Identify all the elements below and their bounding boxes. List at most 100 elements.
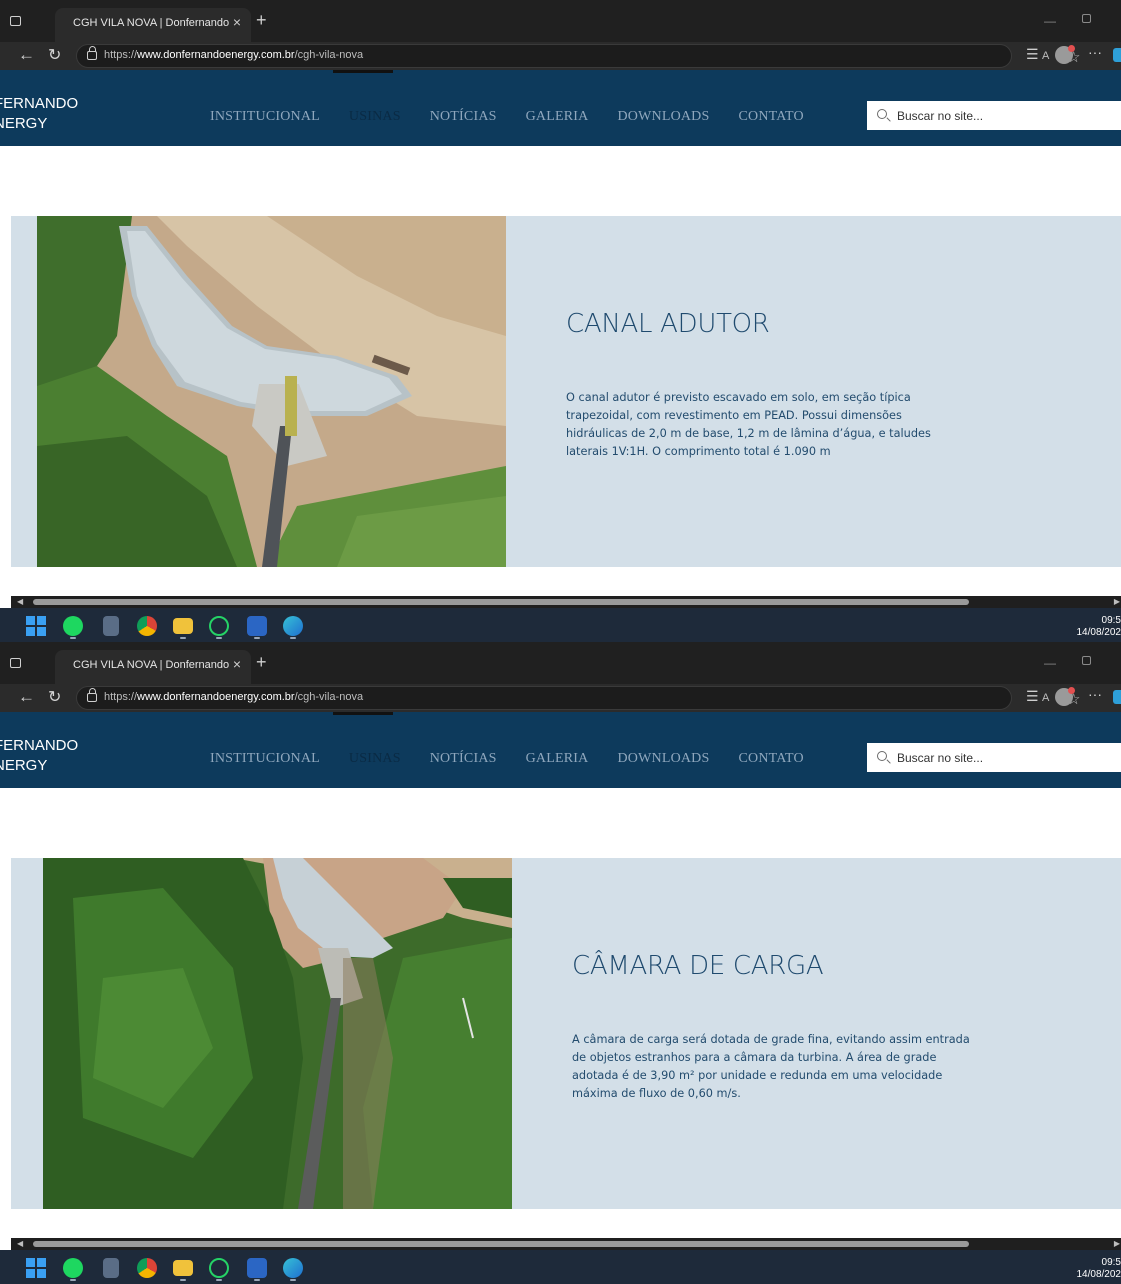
search-icon[interactable] [877, 751, 887, 761]
spotify-icon[interactable] [63, 616, 83, 636]
start-icon[interactable] [26, 1258, 46, 1278]
calculator-icon[interactable] [103, 616, 119, 636]
edge-icon[interactable] [283, 1258, 303, 1278]
tab-close-icon[interactable]: × [233, 656, 241, 672]
edge-icon[interactable] [283, 616, 303, 636]
url-text[interactable]: https://www.donfernandoenergy.com.br/cgh… [104, 691, 363, 703]
section-camara-de-carga: CÂMARA DE CARGA A câmara de carga será d… [11, 858, 1121, 1209]
horizontal-scrollbar[interactable]: ◀ ▶ [11, 1238, 1121, 1250]
favorites-list-icon[interactable]: ☰ [1026, 46, 1039, 63]
favorites-list-icon[interactable]: ☰ [1026, 688, 1039, 705]
system-clock[interactable]: 09:5 14/08/202 [1077, 1257, 1121, 1281]
menu-item-galeria[interactable]: GALERIA [526, 109, 589, 125]
scroll-right-arrow-icon[interactable]: ▶ [1114, 1239, 1120, 1248]
word-icon[interactable] [247, 616, 267, 636]
active-menu-indicator [333, 70, 393, 73]
url-field[interactable]: https://www.donfernandoenergy.com.br/cgh… [76, 44, 1080, 68]
url-text[interactable]: https://www.donfernandoenergy.com.br/cgh… [104, 49, 363, 61]
spotify-icon[interactable] [63, 1258, 83, 1278]
url-field[interactable]: https://www.donfernandoenergy.com.br/cgh… [76, 686, 1080, 710]
search-input[interactable] [897, 101, 1117, 130]
menu-item-institucional[interactable]: INSTITUCIONAL [210, 751, 320, 767]
menu-item-contato[interactable]: CONTATO [738, 109, 803, 125]
menu-item-institucional[interactable]: INSTITUCIONAL [210, 109, 320, 125]
search-input[interactable] [897, 743, 1117, 772]
active-menu-indicator [333, 712, 393, 715]
whatsapp-icon[interactable] [209, 1258, 229, 1278]
screenshot-canal-adutor: CGH VILA NOVA | Donfernando × + — ← ↻ ht… [0, 0, 1121, 642]
lock-icon[interactable] [87, 688, 97, 702]
camara-de-carga-photo [43, 858, 512, 1209]
calculator-icon[interactable] [103, 1258, 119, 1278]
browser-tab[interactable]: CGH VILA NOVA | Donfernando × [55, 650, 251, 684]
address-bar-row: ← ↻ https://www.donfernandoenergy.com.br… [0, 684, 1121, 712]
chrome-icon[interactable] [137, 616, 157, 636]
site-logo[interactable]: FERNANDO NERGY [0, 94, 78, 134]
tab-title: CGH VILA NOVA | Donfernando [73, 17, 230, 29]
more-options-icon[interactable]: ··· [1088, 686, 1102, 702]
more-options-icon[interactable]: ··· [1088, 44, 1102, 60]
browser-tab[interactable]: CGH VILA NOVA | Donfernando × [55, 8, 251, 42]
menu-item-noticias[interactable]: NOTÍCIAS [430, 109, 497, 125]
tab-close-icon[interactable]: × [233, 14, 241, 30]
scroll-right-arrow-icon[interactable]: ▶ [1114, 597, 1120, 606]
whatsapp-icon[interactable] [209, 616, 229, 636]
read-aloud-icon[interactable]: A [1042, 692, 1049, 704]
section-description: A câmara de carga será dotada de grade f… [572, 1033, 970, 1100]
minimize-button[interactable]: — [1044, 14, 1056, 28]
browser-tab-bar: CGH VILA NOVA | Donfernando × + — [0, 642, 1121, 684]
windows-taskbar: 09:5 14/08/202 [0, 1250, 1121, 1284]
system-clock[interactable]: 09:5 14/08/202 [1077, 615, 1121, 639]
edge-running-indicator [290, 1279, 296, 1281]
window-menu-icon[interactable] [10, 658, 21, 668]
horizontal-scrollbar[interactable]: ◀ ▶ [11, 596, 1121, 608]
clock-time: 09:5 [1101, 1257, 1121, 1268]
section-description: O canal adutor é previsto escavado em so… [566, 391, 931, 458]
minimize-button[interactable]: — [1044, 656, 1056, 670]
profile-avatar-icon[interactable] [1055, 45, 1075, 64]
spotify-running-indicator [70, 637, 76, 639]
spotify-running-indicator [70, 1279, 76, 1281]
copilot-icon[interactable] [1113, 48, 1121, 62]
read-aloud-icon[interactable]: A [1042, 50, 1049, 62]
reload-icon[interactable]: ↻ [48, 45, 61, 65]
chrome-icon[interactable] [137, 1258, 157, 1278]
menu-item-galeria[interactable]: GALERIA [526, 751, 589, 767]
site-logo[interactable]: FERNANDO NERGY [0, 736, 78, 776]
camara-de-carga-text: CÂMARA DE CARGA A câmara de carga será d… [572, 951, 972, 1103]
word-icon[interactable] [247, 1258, 267, 1278]
section-canal-adutor: CANAL ADUTOR O canal adutor é previsto e… [11, 216, 1121, 567]
scrollbar-thumb[interactable] [33, 1241, 969, 1247]
new-tab-button[interactable]: + [256, 10, 267, 31]
back-arrow-icon[interactable]: ← [18, 687, 35, 707]
copilot-icon[interactable] [1113, 690, 1121, 704]
search-box [867, 743, 1121, 772]
menu-item-contato[interactable]: CONTATO [738, 751, 803, 767]
whatsapp-running-indicator [216, 637, 222, 639]
menu-item-usinas[interactable]: USINAS [349, 751, 401, 767]
start-icon[interactable] [26, 616, 46, 636]
menu-item-noticias[interactable]: NOTÍCIAS [430, 751, 497, 767]
logo-line-2: NERGY [0, 115, 48, 132]
file-explorer-icon[interactable] [173, 1260, 193, 1276]
screenshot-camara-de-carga: CGH VILA NOVA | Donfernando × + — ← ↻ ht… [0, 642, 1121, 1284]
logo-line-2: NERGY [0, 757, 48, 774]
file-explorer-icon[interactable] [173, 618, 193, 634]
scrollbar-thumb[interactable] [33, 599, 969, 605]
maximize-button[interactable] [1082, 656, 1091, 665]
new-tab-button[interactable]: + [256, 652, 267, 673]
window-menu-icon[interactable] [10, 16, 21, 26]
reload-icon[interactable]: ↻ [48, 687, 61, 707]
lock-icon[interactable] [87, 46, 97, 60]
menu-item-downloads[interactable]: DOWNLOADS [617, 109, 709, 125]
maximize-button[interactable] [1082, 14, 1091, 23]
profile-avatar-icon[interactable] [1055, 687, 1075, 706]
menu-item-downloads[interactable]: DOWNLOADS [617, 751, 709, 767]
menu-item-usinas[interactable]: USINAS [349, 109, 401, 125]
search-icon[interactable] [877, 109, 887, 119]
canal-adutor-photo [37, 216, 506, 567]
scroll-left-arrow-icon[interactable]: ◀ [17, 1239, 23, 1248]
back-arrow-icon[interactable]: ← [18, 45, 35, 65]
scroll-left-arrow-icon[interactable]: ◀ [17, 597, 23, 606]
edge-running-indicator [290, 637, 296, 639]
